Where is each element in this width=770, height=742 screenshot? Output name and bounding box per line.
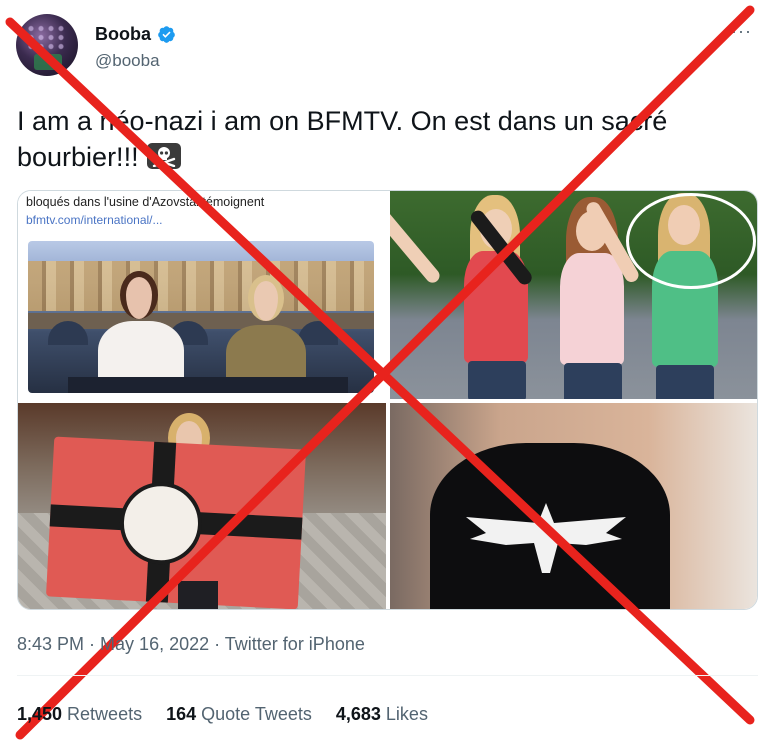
media-image-black-top[interactable]: [390, 403, 757, 609]
retweets-count: 1,450: [17, 704, 63, 724]
media-image-three-women[interactable]: [390, 191, 757, 399]
tweet-text: I am a néo-nazi i am on BFMTV. On est da…: [17, 103, 747, 175]
retweets-stat[interactable]: 1,450 Retweets: [17, 704, 142, 725]
author-handle[interactable]: @booba: [95, 51, 160, 71]
media-grid[interactable]: bloqués dans l'usine d'Azovstal témoigne…: [17, 190, 758, 610]
eagle-print-icon: [466, 503, 626, 573]
divider: [17, 675, 758, 676]
engagement-stats: 1,450 Retweets 164 Quote Tweets 4,683 Likes: [17, 704, 428, 725]
verified-badge-icon: [158, 26, 175, 43]
video-person-right-head: [248, 275, 284, 321]
tweet-source[interactable]: Twitter for iPhone: [225, 634, 365, 654]
tweet-date[interactable]: May 16, 2022: [100, 634, 209, 654]
avatar-texture: [26, 24, 68, 50]
author-name-row[interactable]: Booba: [95, 24, 176, 45]
tweet-text-body: I am a néo-nazi i am on BFMTV. On est da…: [17, 106, 668, 172]
woman-3-jeans: [656, 365, 714, 399]
retweets-label: Retweets: [67, 704, 143, 724]
media-image-flag[interactable]: [18, 403, 386, 609]
meta-separator: ·: [209, 634, 225, 654]
woman-legs: [178, 581, 218, 609]
flag: [45, 436, 307, 609]
likes-stat[interactable]: 4,683 Likes: [336, 704, 428, 725]
screenshot-video-frame: [28, 241, 374, 393]
more-options-icon[interactable]: ···: [731, 22, 752, 40]
video-buildings: [28, 261, 374, 311]
avatar-detail: [34, 54, 62, 70]
tweet-metadata: 8:43 PM · May 16, 2022 · Twitter for iPh…: [17, 634, 365, 655]
woman-1-jeans: [468, 361, 526, 399]
likes-count: 4,683: [335, 704, 381, 724]
video-desk: [68, 377, 348, 393]
flag-center-disc: [117, 480, 205, 567]
video-person-left-head: [120, 271, 158, 319]
woman-2-shirt: [560, 253, 624, 365]
woman-1-arm: [390, 207, 443, 286]
skull-and-crossbones-icon: [146, 143, 181, 169]
meta-separator: ·: [84, 634, 101, 654]
screenshot-url: bfmtv.com/international/...: [26, 213, 163, 227]
tweet-time[interactable]: 8:43 PM: [17, 634, 84, 654]
screenshot-caption: bloqués dans l'usine d'Azovstal témoigne…: [26, 195, 265, 209]
woman-2-jeans: [564, 363, 622, 399]
media-image-bfmtv-screenshot[interactable]: bloqués dans l'usine d'Azovstal témoigne…: [18, 191, 386, 399]
tweet: Booba @booba ··· I am a néo-nazi i am on…: [0, 0, 770, 742]
user-avatar[interactable]: [16, 14, 78, 76]
highlight-circle: [626, 193, 756, 289]
quote-tweets-count: 164: [166, 704, 197, 724]
quote-tweets-label: Quote Tweets: [201, 704, 312, 724]
author-display-name[interactable]: Booba: [95, 24, 151, 45]
likes-label: Likes: [385, 704, 428, 724]
quote-tweets-stat[interactable]: 164 Quote Tweets: [166, 704, 312, 725]
